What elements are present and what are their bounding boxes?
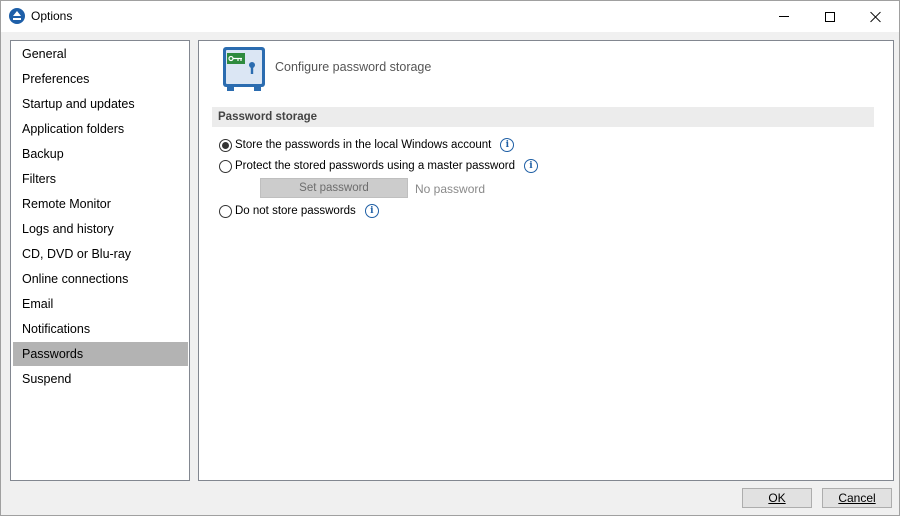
options-window: Options General Preferences Startup and … xyxy=(0,0,900,516)
set-password-button[interactable]: Set password xyxy=(260,178,408,198)
info-icon[interactable]: i xyxy=(500,138,515,152)
nav-item-application-folders[interactable]: Application folders xyxy=(13,117,188,141)
close-button[interactable] xyxy=(853,1,899,32)
section-password-storage: Password storage xyxy=(212,107,874,127)
radio-label-store-local-windows[interactable]: Store the passwords in the local Windows… xyxy=(235,139,491,151)
info-icon[interactable]: i xyxy=(523,159,538,173)
password-status: No password xyxy=(415,182,486,196)
title-bar[interactable]: Options xyxy=(1,1,899,32)
nav-item-notifications[interactable]: Notifications xyxy=(13,317,188,341)
radio-master-password[interactable] xyxy=(219,159,232,173)
maximize-button[interactable] xyxy=(807,1,853,32)
close-icon xyxy=(870,11,882,23)
nav-item-remote-monitor[interactable]: Remote Monitor xyxy=(13,192,188,216)
panel-header: Configure password storage xyxy=(275,60,432,74)
radio-do-not-store[interactable] xyxy=(219,204,232,218)
nav-item-email[interactable]: Email xyxy=(13,292,188,316)
nav-item-backup[interactable]: Backup xyxy=(13,142,188,166)
option-do-not-store[interactable]: Do not store passwords i xyxy=(219,203,379,219)
app-icon xyxy=(9,8,25,24)
settings-panel: Configure password storage Password stor… xyxy=(198,40,894,481)
radio-label-do-not-store[interactable]: Do not store passwords xyxy=(235,205,356,217)
nav-item-filters[interactable]: Filters xyxy=(13,167,188,191)
info-icon[interactable]: i xyxy=(364,204,379,218)
radio-store-local-windows[interactable] xyxy=(219,138,232,152)
maximize-icon xyxy=(825,11,835,22)
nav-item-startup-and-updates[interactable]: Startup and updates xyxy=(13,92,188,116)
minimize-button[interactable] xyxy=(761,1,807,32)
ok-button-label: OK xyxy=(768,491,786,505)
minimize-icon xyxy=(779,16,789,17)
cancel-button[interactable]: Cancel xyxy=(822,488,892,508)
nav-item-passwords[interactable]: Passwords xyxy=(13,342,188,366)
option-master-password[interactable]: Protect the stored passwords using a mas… xyxy=(219,158,538,174)
ok-button[interactable]: OK xyxy=(742,488,812,508)
nav-item-cd-dvd-bluray[interactable]: CD, DVD or Blu-ray xyxy=(13,242,188,266)
option-store-local-windows[interactable]: Store the passwords in the local Windows… xyxy=(219,137,515,153)
window-title: Options xyxy=(31,9,73,23)
cancel-button-label: Cancel xyxy=(838,491,876,505)
radio-label-master-password[interactable]: Protect the stored passwords using a mas… xyxy=(235,160,515,172)
nav-item-general[interactable]: General xyxy=(13,42,188,66)
safe-icon xyxy=(223,47,265,91)
nav-item-preferences[interactable]: Preferences xyxy=(13,67,188,91)
options-category-list[interactable]: General Preferences Startup and updates … xyxy=(10,40,190,481)
nav-item-suspend[interactable]: Suspend xyxy=(13,367,188,391)
nav-item-online-connections[interactable]: Online connections xyxy=(13,267,188,291)
nav-item-logs-and-history[interactable]: Logs and history xyxy=(13,217,188,241)
